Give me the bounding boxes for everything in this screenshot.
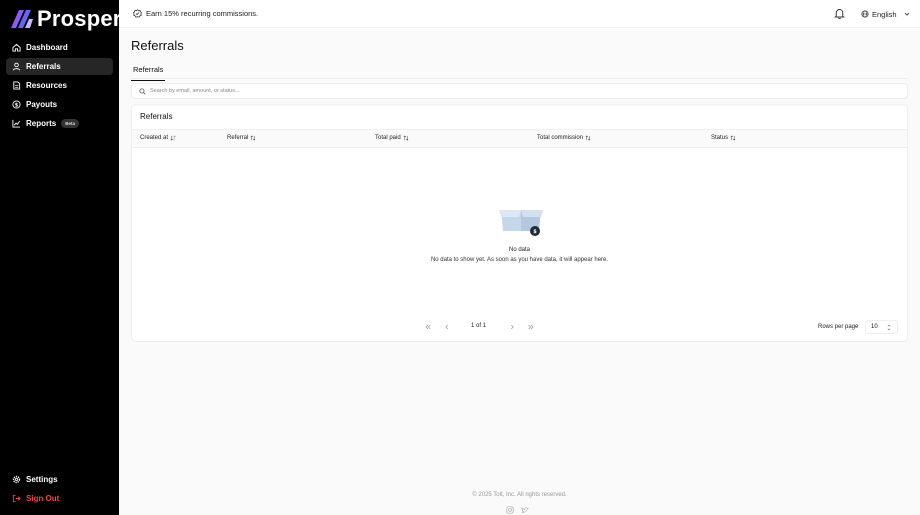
first-page-button[interactable] xyxy=(421,320,435,334)
instagram-icon xyxy=(506,506,514,514)
promo-banner[interactable]: Earn 15% recurring commissions. xyxy=(133,9,258,18)
sidebar-item-resources[interactable]: Resources xyxy=(6,77,113,94)
sidebar-item-label: Settings xyxy=(26,475,58,484)
globe-icon xyxy=(861,10,869,18)
dollar-circle-icon: $ xyxy=(10,100,22,109)
sidebar-item-payouts[interactable]: $ Payouts xyxy=(6,96,113,113)
svg-text:$: $ xyxy=(14,102,18,108)
file-icon xyxy=(10,81,22,90)
twitter-link[interactable] xyxy=(521,503,529,515)
sidebar-item-label: Resources xyxy=(26,81,67,90)
table-title: Referrals xyxy=(140,112,173,121)
column-header-referral[interactable]: Referral xyxy=(227,135,256,141)
beta-badge: Beta xyxy=(61,119,79,128)
rows-per-page-value: 10 xyxy=(871,324,878,330)
top-bar: Earn 15% recurring commissions. English xyxy=(119,0,920,28)
bell-icon xyxy=(834,9,845,19)
sort-desc-icon xyxy=(170,135,176,141)
pagination: 1 of 1 Rows per page 10 xyxy=(131,314,908,341)
home-icon xyxy=(10,43,22,52)
sidebar-item-dashboard[interactable]: Dashboard xyxy=(6,39,113,56)
notifications-button[interactable] xyxy=(833,7,846,20)
sidebar-item-label: Payouts xyxy=(26,100,58,109)
sidebar-item-label: Sign Out xyxy=(26,494,60,503)
column-header-total-commission[interactable]: Total commission xyxy=(537,135,591,141)
sidebar-item-settings[interactable]: Settings xyxy=(6,471,113,488)
sidebar-item-label: Referrals xyxy=(26,62,61,71)
promo-text: Earn 15% recurring commissions. xyxy=(146,9,259,18)
column-header-created-at[interactable]: Created at xyxy=(140,135,176,141)
last-page-button[interactable] xyxy=(524,320,538,334)
sidebar-item-label: Reports xyxy=(26,119,57,128)
chevron-down-icon xyxy=(904,12,909,16)
main-content: Referrals Referrals Referrals Created at… xyxy=(119,28,920,515)
page-count: 1 of 1 xyxy=(471,323,487,329)
chart-line-icon xyxy=(10,119,22,128)
chevron-right-icon xyxy=(510,324,514,330)
sign-out-icon xyxy=(10,494,22,503)
sidebar-item-label: Dashboard xyxy=(26,43,68,52)
previous-page-button[interactable] xyxy=(440,320,454,334)
sidebar-nav: Dashboard Referrals Resources $ Payouts … xyxy=(6,39,113,134)
tab-divider xyxy=(131,78,908,79)
svg-text:$: $ xyxy=(533,229,537,235)
copyright-text: © 2025 Tolt, Inc. All rights reserved. xyxy=(472,492,567,498)
sort-icon xyxy=(403,135,408,141)
chevron-up-down-icon xyxy=(887,324,891,330)
gear-icon xyxy=(10,475,22,484)
chevrons-left-icon xyxy=(425,324,431,330)
sort-icon xyxy=(730,135,736,141)
twitter-icon xyxy=(521,507,529,513)
column-header-status[interactable]: Status xyxy=(711,135,736,141)
sort-icon xyxy=(585,135,591,141)
language-label: English xyxy=(872,9,897,19)
sign-out-button[interactable]: Sign Out xyxy=(6,490,113,507)
chevron-left-icon xyxy=(445,324,449,330)
search-bar[interactable] xyxy=(131,83,908,99)
table-header: Created at Referral Total paid Total com… xyxy=(132,129,907,148)
footer: © 2025 Tolt, Inc. All rights reserved. xyxy=(119,492,920,498)
page-title: Referrals xyxy=(131,38,184,53)
sidebar-item-reports[interactable]: Reports Beta xyxy=(6,115,113,132)
sidebar-item-referrals[interactable]: Referrals xyxy=(6,58,113,75)
chevrons-right-icon xyxy=(528,324,534,330)
logo-icon xyxy=(11,10,33,28)
sidebar-bottom-nav: Settings Sign Out xyxy=(6,471,113,509)
badge-icon xyxy=(133,9,142,18)
search-icon xyxy=(139,87,146,95)
search-input[interactable] xyxy=(150,88,450,94)
sort-icon xyxy=(251,135,256,141)
rows-per-page-label: Rows per page xyxy=(818,324,859,330)
empty-state-message: No data to show yet. As soon as you have… xyxy=(430,257,609,263)
next-page-button[interactable] xyxy=(505,320,519,334)
empty-state-title: No data xyxy=(508,247,530,253)
sidebar: Prosperna Dashboard Referrals Resources … xyxy=(0,0,147,515)
rows-per-page-select[interactable]: 10 xyxy=(865,320,898,334)
referrals-table-card: Referrals Created at Referral Total paid… xyxy=(131,104,908,342)
empty-box-icon: $ xyxy=(499,210,543,236)
user-icon xyxy=(10,62,22,71)
column-header-total-paid[interactable]: Total paid xyxy=(375,135,409,141)
language-select[interactable]: English xyxy=(857,7,915,21)
instagram-link[interactable] xyxy=(506,503,514,515)
social-links xyxy=(506,503,529,515)
